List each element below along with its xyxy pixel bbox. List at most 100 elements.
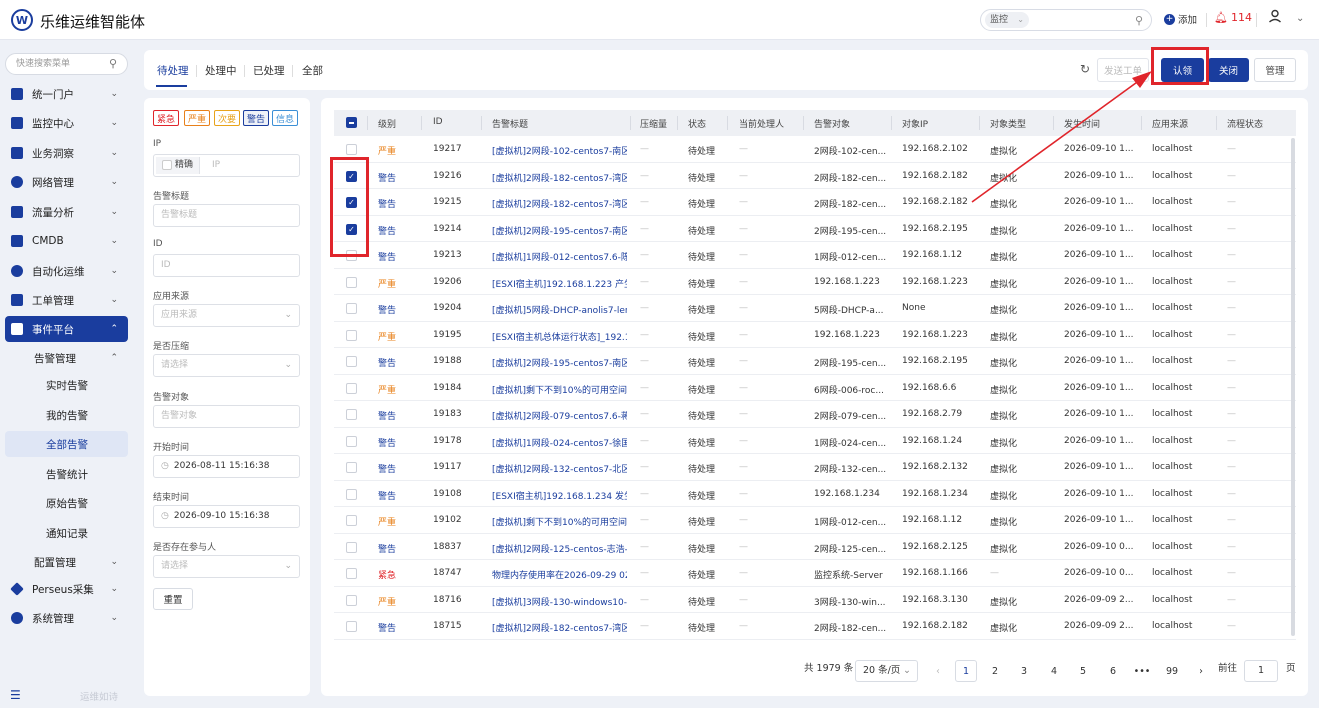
cell-title[interactable]: [ESXI宿主机]192.168.1.234 发生警 bbox=[492, 489, 627, 502]
table-row[interactable]: ✓ 警告 19214 [虚拟机]2网段-195-centos7-南区- — 待处理 —2网段… bbox=[334, 216, 1296, 242]
table-row[interactable]: 严重 18716 [虚拟机]3网段-130-windows10-乐 — 待处理 — 3网段-… bbox=[334, 587, 1296, 613]
sidebar-item-insight[interactable]: 业务洞察 ⌄ bbox=[5, 140, 128, 166]
col-time[interactable]: 发生时间 bbox=[1064, 117, 1100, 130]
sidebar-item-monitor[interactable]: 监控中心 ⌄ bbox=[5, 110, 128, 136]
goto-page-input[interactable]: 1 bbox=[1244, 660, 1278, 682]
cell-title[interactable]: [虚拟机]2网段-125-centos-志浩-项 bbox=[492, 542, 627, 555]
cell-title[interactable]: [虚拟机]1网段-012-centos7.6-陈金 bbox=[492, 250, 627, 263]
close-alert-button[interactable]: 关闭 bbox=[1208, 58, 1249, 82]
page-2[interactable]: 2 bbox=[984, 660, 1006, 682]
col-flow-status[interactable]: 流程状态 bbox=[1227, 117, 1263, 130]
start-time-input[interactable]: ◷ 2026-08-11 15:16:38 bbox=[153, 455, 300, 478]
page-6[interactable]: 6 bbox=[1102, 660, 1124, 682]
sidebar-item-portal[interactable]: 统一门户 ⌄ bbox=[5, 81, 128, 107]
row-checkbox[interactable] bbox=[346, 488, 357, 500]
table-row[interactable]: 警告 18715 [虚拟机]2网段-182-centos7-湾区- — 待处理 — 2网段-… bbox=[334, 613, 1296, 640]
sidebar-item-automation[interactable]: 自动化运维 ⌄ bbox=[5, 258, 128, 284]
cell-title[interactable]: [虚拟机]2网段-102-centos7-南区- bbox=[492, 144, 627, 157]
sidebar-item-config-mgmt[interactable]: 配置管理 ⌄ bbox=[5, 549, 128, 575]
table-row[interactable]: 严重 19206 [ESXI宿主机]192.168.1.223 产生严 — 待处理 — 19… bbox=[334, 269, 1296, 295]
col-title[interactable]: 告警标题 bbox=[492, 117, 528, 130]
source-select[interactable]: 应用来源 ⌄ bbox=[153, 304, 300, 327]
chevron-down-icon[interactable]: ⌄ bbox=[1296, 13, 1304, 24]
page-size-select[interactable]: 20 条/页 ⌄ bbox=[855, 660, 918, 682]
sidebar-item-alert-stats[interactable]: 告警统计 bbox=[5, 461, 128, 487]
add-button[interactable]: + 添加 bbox=[1164, 12, 1197, 26]
alert-notification[interactable]: 🔔︎ 114 bbox=[1214, 11, 1252, 24]
sidebar-item-event-platform[interactable]: 事件平台 ⌃ bbox=[5, 316, 128, 342]
refresh-icon[interactable]: ↻ bbox=[1080, 62, 1090, 76]
tab-processing[interactable]: 处理中 bbox=[205, 63, 237, 78]
col-ip[interactable]: 对象IP bbox=[902, 117, 928, 130]
row-checkbox[interactable] bbox=[346, 568, 357, 579]
level-tag-info[interactable]: 信息 bbox=[272, 110, 299, 126]
tab-pending[interactable]: 待处理 bbox=[157, 63, 189, 78]
row-checkbox[interactable] bbox=[346, 621, 357, 632]
col-level[interactable]: 级别 bbox=[378, 117, 396, 130]
send-ticket-button[interactable]: 发送工单 bbox=[1097, 58, 1149, 82]
tab-all[interactable]: 全部 bbox=[302, 63, 323, 78]
manage-button[interactable]: 管理 bbox=[1254, 58, 1296, 82]
sidebar-item-notify-record[interactable]: 通知记录 bbox=[5, 520, 128, 546]
row-checkbox[interactable] bbox=[346, 435, 357, 447]
row-checkbox[interactable] bbox=[346, 356, 357, 367]
end-time-input[interactable]: ◷ 2026-09-10 15:16:38 bbox=[153, 505, 300, 528]
page-5[interactable]: 5 bbox=[1072, 660, 1094, 682]
row-checkbox[interactable] bbox=[346, 144, 357, 155]
cell-title[interactable]: [虚拟机]5网段-DHCP-anolis7-lerw bbox=[492, 303, 627, 316]
next-page-button[interactable]: › bbox=[1190, 660, 1212, 682]
table-row[interactable]: 严重 19217 [虚拟机]2网段-102-centos7-南区- — 待处理 — 2网段-… bbox=[334, 136, 1296, 163]
table-row[interactable]: ✓ 警告 19215 [虚拟机]2网段-182-centos7-湾区- — 待处理 —2网段… bbox=[334, 189, 1296, 216]
select-all-checkbox[interactable] bbox=[346, 117, 357, 128]
table-row[interactable]: 警告 19204 [虚拟机]5网段-DHCP-anolis7-lerw — 待处理 — 5网… bbox=[334, 295, 1296, 322]
level-tag-minor[interactable]: 次要 bbox=[214, 110, 241, 126]
search-icon[interactable]: ⚲ bbox=[1135, 14, 1143, 27]
table-row[interactable]: 警告 19117 [虚拟机]2网段-132-centos7-北区- — 待处理 — 2网段-… bbox=[334, 454, 1296, 481]
table-row[interactable]: 警告 18837 [虚拟机]2网段-125-centos-志浩-项 — 待处理 — 2网段-… bbox=[334, 534, 1296, 560]
table-row[interactable]: 紧急 18747 物理内存使用率在2026-09-29 02:3 — 待处理 — 监控系统-… bbox=[334, 560, 1296, 587]
level-tag-critical[interactable]: 严重 bbox=[184, 110, 211, 126]
id-input[interactable]: ID bbox=[153, 254, 300, 277]
sidebar-item-perseus[interactable]: Perseus采集 ⌄ bbox=[5, 576, 128, 602]
sidebar-item-my-alert[interactable]: 我的告警 bbox=[5, 402, 128, 428]
table-row[interactable]: 警告 19183 [虚拟机]2网段-079-centos7.6-蒋涛 — 待处理 — 2网段… bbox=[334, 401, 1296, 428]
row-checkbox[interactable] bbox=[346, 329, 357, 341]
cell-title[interactable]: [虚拟机]2网段-182-centos7-湾区- bbox=[492, 621, 627, 634]
sidebar-item-system[interactable]: 系统管理 ⌄ bbox=[5, 605, 128, 631]
sidebar-item-traffic[interactable]: 流量分析 ⌄ bbox=[5, 199, 128, 225]
collapse-menu-icon[interactable]: ☰ bbox=[10, 688, 21, 702]
sidebar-item-all-alert[interactable]: 全部告警 bbox=[5, 431, 128, 457]
prev-page-button[interactable]: ‹ bbox=[927, 660, 949, 682]
row-checkbox[interactable] bbox=[346, 594, 357, 606]
table-row[interactable]: 警告 19178 [虚拟机]1网段-024-centos7-徐国F — 待处理 — 1网段-… bbox=[334, 428, 1296, 454]
sidebar-item-alert-mgmt[interactable]: 告警管理 ⌃ bbox=[5, 345, 128, 371]
cell-title[interactable]: [虚拟机]剩下不到10%的可用空间/ bbox=[492, 383, 627, 396]
col-status[interactable]: 状态 bbox=[688, 117, 706, 130]
precise-checkbox[interactable] bbox=[162, 159, 172, 170]
row-checkbox[interactable] bbox=[346, 409, 357, 420]
cell-title[interactable]: [虚拟机]剩下不到10%的可用空间/c bbox=[492, 515, 627, 528]
row-checkbox[interactable] bbox=[346, 541, 357, 553]
cell-title[interactable]: [虚拟机]2网段-079-centos7.6-蒋涛 bbox=[492, 409, 627, 422]
col-type[interactable]: 对象类型 bbox=[990, 117, 1026, 130]
alert-target-input[interactable]: 告警对象 bbox=[153, 405, 300, 428]
cell-title[interactable]: [虚拟机]2网段-195-centos7-南区- bbox=[492, 356, 627, 369]
sidebar-item-cmdb[interactable]: CMDB ⌄ bbox=[5, 228, 128, 254]
more-pages[interactable]: ••• bbox=[1131, 660, 1153, 682]
sidebar-item-network[interactable]: 网络管理 ⌄ bbox=[5, 169, 128, 195]
col-compress[interactable]: 压缩量 bbox=[640, 117, 667, 130]
cell-title[interactable]: 物理内存使用率在2026-09-29 02:3 bbox=[492, 568, 627, 581]
row-checkbox[interactable] bbox=[346, 515, 357, 526]
cell-title[interactable]: [虚拟机]2网段-195-centos7-南区- bbox=[492, 224, 627, 237]
tab-processed[interactable]: 已处理 bbox=[253, 63, 285, 78]
vertical-scrollbar[interactable] bbox=[1291, 138, 1295, 636]
participant-select[interactable]: 请选择 ⌄ bbox=[153, 555, 300, 578]
table-row[interactable]: 警告 19108 [ESXI宿主机]192.168.1.234 发生警 — 待处理 — 19… bbox=[334, 481, 1296, 507]
sidebar-item-raw-alert[interactable]: 原始告警 bbox=[5, 490, 128, 516]
reset-button[interactable]: 重置 bbox=[153, 588, 193, 610]
cell-title[interactable]: [ESXI宿主机]192.168.1.223 产生严 bbox=[492, 277, 627, 290]
row-checkbox[interactable] bbox=[346, 276, 357, 288]
row-checkbox[interactable] bbox=[346, 462, 357, 473]
cell-title[interactable]: [虚拟机]1网段-024-centos7-徐国F bbox=[492, 436, 627, 449]
alert-title-input[interactable]: 告警标题 bbox=[153, 204, 300, 227]
